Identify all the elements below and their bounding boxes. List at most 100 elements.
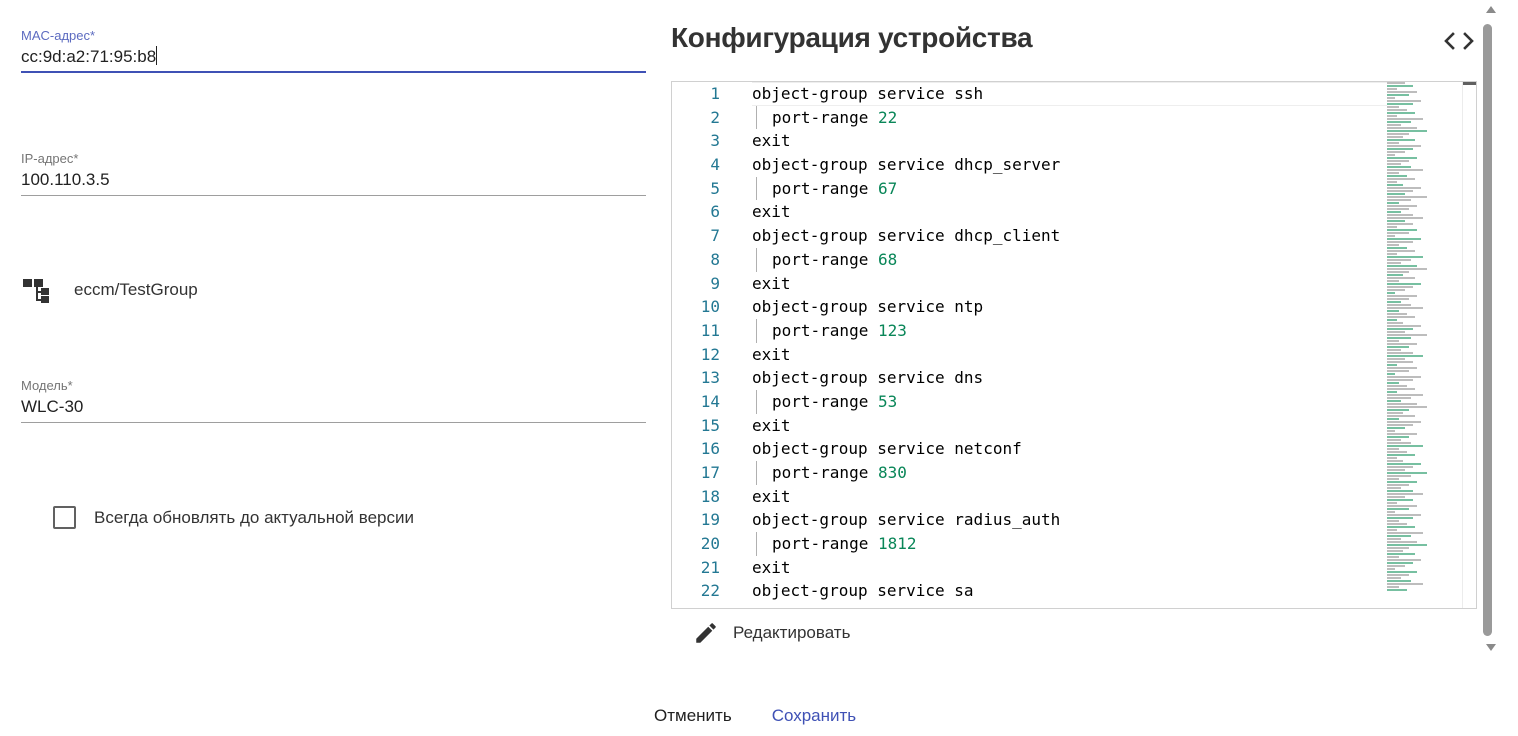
minimap-line	[1387, 544, 1427, 546]
minimap-line	[1387, 202, 1399, 204]
code-line: 8 port-range 68	[672, 247, 1387, 272]
minimap-line	[1387, 571, 1417, 573]
minimap-line	[1387, 433, 1417, 435]
minimap-line	[1387, 463, 1421, 465]
config-title: Конфигурация устройства	[671, 22, 1033, 53]
minimap-line	[1387, 481, 1417, 483]
minimap-line	[1387, 430, 1395, 432]
minimap-line	[1387, 550, 1403, 552]
line-number: 5	[710, 178, 720, 198]
model-field[interactable]: Модель* WLC-30	[21, 378, 646, 423]
device-group-path: eccm/TestGroup	[74, 280, 198, 299]
page-scrollbar[interactable]	[1483, 6, 1499, 656]
minimap-line	[1387, 193, 1405, 195]
indent-guide	[756, 389, 757, 414]
code-keyword-text: object-group service dhcp_client	[752, 226, 1061, 246]
line-number: 22	[700, 581, 720, 601]
minimap-line	[1387, 469, 1405, 471]
code-keyword-text: object-group service radius_auth	[752, 510, 1061, 530]
minimap-line	[1387, 502, 1397, 504]
model-input[interactable]: WLC-30	[21, 394, 646, 420]
minimap-line	[1387, 412, 1403, 414]
minimap-line	[1387, 541, 1417, 543]
code-keyword-text: object-group service ntp	[752, 297, 984, 317]
minimap-line	[1387, 562, 1413, 564]
minimap-line	[1387, 418, 1399, 420]
device-form: MAC-адрес* cc:9d:a2:71:95:b8 IP-адрес* 1…	[21, 0, 646, 736]
minimap-line	[1387, 565, 1405, 567]
minimap-line	[1387, 466, 1413, 468]
minimap-line	[1387, 553, 1415, 555]
scroll-up-arrow-icon[interactable]	[1486, 6, 1496, 13]
minimap-line	[1387, 259, 1411, 261]
code-line: 12 exit	[672, 343, 1387, 367]
always-update-checkbox[interactable]	[53, 506, 76, 529]
minimap-line	[1387, 109, 1407, 111]
minimap-line	[1387, 304, 1411, 306]
minimap-line	[1387, 529, 1397, 531]
minimap-line	[1387, 328, 1413, 330]
save-button[interactable]: Сохранить	[772, 706, 856, 726]
ip-address-field[interactable]: IP-адрес* 100.110.3.5	[21, 151, 646, 196]
always-update-option[interactable]: Всегда обновлять до актуальной версии	[53, 506, 414, 529]
code-line: 4 object-group service dhcp_server	[672, 153, 1387, 177]
minimap-line	[1387, 319, 1397, 321]
minimap-line	[1387, 364, 1397, 366]
line-number: 8	[710, 249, 720, 269]
code-keyword-text: port-range	[772, 320, 878, 340]
minimap-line	[1387, 385, 1407, 387]
scroll-down-arrow-icon[interactable]	[1486, 644, 1496, 651]
editor-minimap[interactable]	[1387, 82, 1465, 598]
ip-address-input[interactable]: 100.110.3.5	[21, 167, 646, 193]
code-number-literal: 53	[877, 391, 898, 411]
indent-guide	[756, 105, 757, 130]
code-text: exit	[752, 485, 791, 509]
config-code-editor[interactable]: 1 object-group service ssh 2 port-range 22 3…	[671, 81, 1477, 609]
minimap-line	[1387, 229, 1417, 231]
minimap-line	[1387, 181, 1397, 183]
code-keyword-text: port-range	[772, 534, 878, 554]
minimap-line	[1387, 160, 1409, 162]
page-scrollbar-thumb[interactable]	[1483, 24, 1492, 636]
minimap-line	[1387, 235, 1395, 237]
code-line: 20 port-range 1812	[672, 532, 1387, 556]
minimap-line	[1387, 220, 1405, 222]
minimap-line	[1387, 94, 1409, 96]
indent-guide	[756, 176, 757, 201]
minimap-line	[1387, 103, 1413, 105]
minimap-line	[1387, 586, 1399, 588]
line-number: 7	[710, 226, 720, 246]
line-number: 6	[710, 202, 720, 222]
line-number: 3	[710, 131, 720, 151]
line-number: 21	[700, 557, 720, 577]
cancel-button[interactable]: Отменить	[654, 706, 732, 726]
editor-scrollbar[interactable]	[1462, 82, 1476, 608]
minimap-line	[1387, 205, 1417, 207]
code-line: 3 exit	[672, 129, 1387, 153]
minimap-line	[1387, 409, 1409, 411]
minimap-line	[1387, 523, 1407, 525]
editor-scrollbar-thumb[interactable]	[1463, 82, 1476, 85]
minimap-line	[1387, 427, 1405, 429]
minimap-line	[1387, 136, 1403, 138]
mac-address-field[interactable]: MAC-адрес* cc:9d:a2:71:95:b8	[21, 28, 646, 73]
code-keyword-text: exit	[752, 202, 791, 222]
code-line: 13 object-group service dns	[672, 366, 1387, 390]
minimap-line	[1387, 445, 1423, 447]
mac-address-input[interactable]: cc:9d:a2:71:95:b8	[21, 44, 646, 70]
minimap-line	[1387, 493, 1423, 495]
code-brackets-icon[interactable]	[1442, 28, 1476, 54]
minimap-line	[1387, 106, 1399, 108]
minimap-line	[1387, 286, 1413, 288]
minimap-line	[1387, 517, 1413, 519]
minimap-line	[1387, 271, 1409, 273]
device-group-selector[interactable]: eccm/TestGroup	[21, 276, 198, 304]
minimap-line	[1387, 442, 1411, 444]
minimap-line	[1387, 454, 1415, 456]
code-number-literal: 123	[877, 320, 907, 340]
minimap-line	[1387, 379, 1413, 381]
minimap-line	[1387, 448, 1399, 450]
edit-config-button[interactable]: Редактировать	[693, 619, 850, 647]
minimap-line	[1387, 388, 1415, 390]
code-line: 7 object-group service dhcp_client	[672, 224, 1387, 248]
